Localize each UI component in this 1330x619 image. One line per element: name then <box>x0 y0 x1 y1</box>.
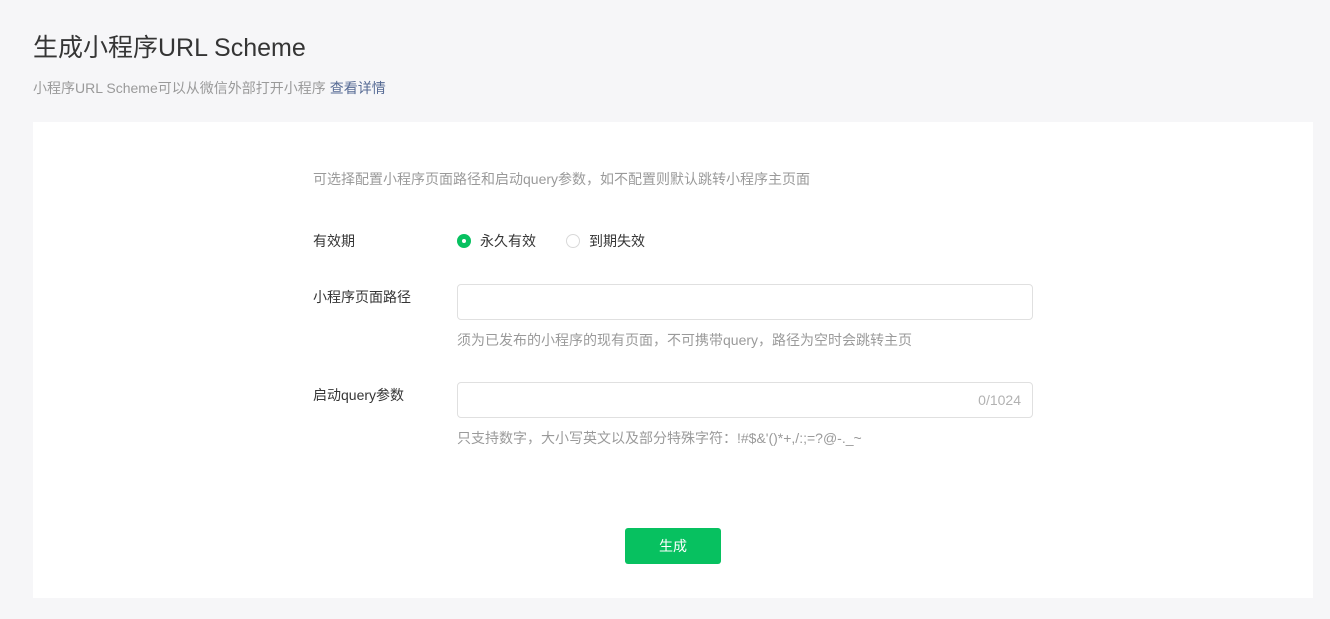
view-details-link[interactable]: 查看详情 <box>330 80 386 96</box>
radio-expiring-label: 到期失效 <box>589 233 645 249</box>
radio-permanent[interactable]: 永久有效 <box>457 231 536 251</box>
page-title: 生成小程序URL Scheme <box>33 34 306 62</box>
radio-expiring[interactable]: 到期失效 <box>566 231 645 251</box>
page-path-field <box>457 284 1033 320</box>
page-description-text: 小程序URL Scheme可以从微信外部打开小程序 <box>33 80 326 96</box>
query-label: 启动query参数 <box>313 387 405 403</box>
query-input[interactable] <box>458 383 1032 417</box>
page-path-label: 小程序页面路径 <box>313 289 411 305</box>
page-path-hint: 须为已发布的小程序的现有页面，不可携带query，路径为空时会跳转主页 <box>457 332 913 348</box>
radio-permanent-label: 永久有效 <box>480 233 536 249</box>
page-description: 小程序URL Scheme可以从微信外部打开小程序 查看详情 <box>33 78 386 98</box>
radio-checked-icon <box>457 234 471 248</box>
validity-label: 有效期 <box>313 233 355 249</box>
page-path-input[interactable] <box>458 285 1032 319</box>
generate-button[interactable]: 生成 <box>625 528 721 564</box>
query-char-counter: 0/1024 <box>978 392 1021 408</box>
form-tip: 可选择配置小程序页面路径和启动query参数，如不配置则默认跳转小程序主页面 <box>313 171 811 187</box>
query-field: 0/1024 <box>457 382 1033 418</box>
query-hint: 只支持数字，大小写英文以及部分特殊字符：!#$&'()*+,/:;=?@-._~ <box>457 430 862 446</box>
validity-radio-group: 永久有效 到期失效 <box>457 232 675 250</box>
form-card: 可选择配置小程序页面路径和启动query参数，如不配置则默认跳转小程序主页面 有… <box>33 122 1313 598</box>
radio-unchecked-icon <box>566 234 580 248</box>
